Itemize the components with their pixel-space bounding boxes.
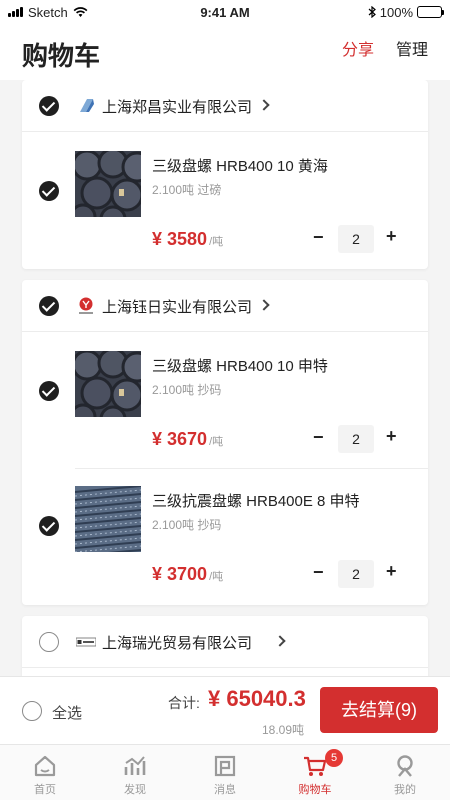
tab-messages[interactable]: 消息 bbox=[180, 745, 270, 800]
tab-label: 消息 bbox=[214, 784, 236, 796]
cart-item: 三级抗震盘螺 HRB400E 8 申特 2.100吨 抄码 ¥ 3700/吨 −… bbox=[22, 486, 428, 614]
battery-icon bbox=[417, 6, 444, 18]
tab-label: 我的 bbox=[394, 784, 416, 796]
quantity-increase-button[interactable]: + bbox=[386, 561, 397, 582]
manage-button[interactable]: 管理 bbox=[396, 36, 428, 60]
product-title[interactable]: 三级抗震盘螺 HRB400E 8 申特 bbox=[152, 490, 360, 511]
carrier-name: Sketch bbox=[28, 4, 68, 20]
price-unit: /吨 bbox=[209, 436, 224, 448]
price-value: ¥ 3670 bbox=[152, 429, 208, 449]
price-unit: /吨 bbox=[209, 571, 224, 583]
quantity-decrease-button[interactable]: − bbox=[313, 427, 324, 448]
quantity-field[interactable]: 2 bbox=[338, 560, 374, 588]
battery-percent: 100% bbox=[379, 4, 413, 20]
product-price: ¥ 3580/吨 bbox=[152, 229, 223, 250]
shop-logo-icon bbox=[76, 637, 96, 647]
product-title[interactable]: 三级盘螺 HRB400 10 黄海 bbox=[152, 155, 328, 176]
shop-card: 上海瑞光贸易有限公司 bbox=[22, 616, 428, 676]
tab-bar: 首页 发现 消息 5 购物车 我的 bbox=[0, 744, 450, 800]
shop-name[interactable]: 上海瑞光贸易有限公司 bbox=[102, 632, 252, 653]
price-unit: /吨 bbox=[209, 236, 224, 248]
tab-profile[interactable]: 我的 bbox=[360, 745, 450, 800]
shop-card: 上海郑昌实业有限公司 三级盘螺 HRB400 10 黄海 2.100吨 过磅 ¥… bbox=[22, 80, 428, 269]
select-all-label[interactable]: 全选 bbox=[52, 702, 82, 723]
page-header: 购物车 分享 管理 bbox=[0, 24, 450, 80]
profile-icon bbox=[397, 755, 413, 777]
shop-select-checkbox[interactable] bbox=[39, 96, 59, 116]
shop-logo-icon bbox=[79, 297, 93, 314]
shop-header[interactable]: 上海钰日实业有限公司 bbox=[22, 280, 428, 332]
product-thumbnail[interactable] bbox=[75, 151, 141, 217]
tab-label: 首页 bbox=[34, 784, 56, 796]
total-label: 合计: bbox=[168, 695, 200, 711]
shop-header[interactable]: 上海瑞光贸易有限公司 bbox=[22, 616, 428, 668]
shop-name[interactable]: 上海郑昌实业有限公司 bbox=[102, 96, 252, 117]
status-right: 100% bbox=[368, 4, 444, 20]
product-price: ¥ 3700/吨 bbox=[152, 564, 223, 585]
quantity-field[interactable]: 2 bbox=[338, 225, 374, 253]
product-spec: 2.100吨 抄码 bbox=[152, 518, 222, 532]
quantity-decrease-button[interactable]: − bbox=[313, 227, 324, 248]
cart-item: 三级盘螺 HRB400 10 申特 2.100吨 抄码 ¥ 3670/吨 − 2… bbox=[22, 351, 428, 479]
tab-discover[interactable]: 发现 bbox=[90, 745, 180, 800]
product-spec: 2.100吨 抄码 bbox=[152, 383, 222, 397]
wifi-icon bbox=[73, 6, 88, 17]
total-amount: ¥ 65040.3 bbox=[208, 686, 306, 711]
share-button[interactable]: 分享 bbox=[342, 36, 374, 60]
total-weight: 18.09吨 bbox=[262, 723, 305, 737]
item-select-checkbox[interactable] bbox=[39, 181, 59, 201]
trend-icon bbox=[124, 756, 146, 775]
tab-label: 发现 bbox=[124, 784, 146, 796]
tab-cart[interactable]: 5 购物车 bbox=[270, 745, 360, 800]
select-all-checkbox[interactable] bbox=[22, 701, 42, 721]
item-divider bbox=[75, 468, 428, 469]
chevron-right-icon[interactable] bbox=[258, 299, 270, 311]
chevron-right-icon[interactable] bbox=[258, 99, 270, 111]
product-price: ¥ 3670/吨 bbox=[152, 429, 223, 450]
page-title: 购物车 bbox=[22, 41, 101, 71]
cart-count-badge: 5 bbox=[325, 749, 343, 767]
shop-card: 上海钰日实业有限公司 三级盘螺 HRB400 10 申特 2.100吨 抄码 ¥… bbox=[22, 280, 428, 605]
shop-select-checkbox[interactable] bbox=[39, 632, 59, 652]
price-value: ¥ 3580 bbox=[152, 229, 208, 249]
tab-home[interactable]: 首页 bbox=[0, 745, 90, 800]
bluetooth-icon bbox=[368, 6, 376, 18]
price-value: ¥ 3700 bbox=[152, 564, 208, 584]
signal-icon bbox=[8, 7, 23, 17]
quantity-field[interactable]: 2 bbox=[338, 425, 374, 453]
product-thumbnail[interactable] bbox=[75, 486, 141, 552]
product-spec: 2.100吨 过磅 bbox=[152, 183, 222, 197]
home-icon bbox=[34, 755, 56, 777]
item-select-checkbox[interactable] bbox=[39, 516, 59, 536]
checkout-button[interactable]: 去结算(9) bbox=[320, 687, 438, 733]
shop-name[interactable]: 上海钰日实业有限公司 bbox=[102, 296, 252, 317]
status-left: Sketch bbox=[8, 5, 88, 20]
product-title[interactable]: 三级盘螺 HRB400 10 申特 bbox=[152, 355, 328, 376]
checkout-bar: 全选 合计: ¥ 65040.3 18.09吨 去结算(9) bbox=[0, 676, 450, 744]
quantity-increase-button[interactable]: + bbox=[386, 226, 397, 247]
status-bar: Sketch 9:41 AM 100% bbox=[0, 0, 450, 24]
chevron-right-icon[interactable] bbox=[274, 635, 286, 647]
shop-logo-icon bbox=[80, 99, 94, 112]
message-icon bbox=[214, 755, 236, 777]
tab-label: 购物车 bbox=[298, 784, 332, 796]
shop-select-checkbox[interactable] bbox=[39, 296, 59, 316]
item-select-checkbox[interactable] bbox=[39, 381, 59, 401]
quantity-decrease-button[interactable]: − bbox=[313, 562, 324, 583]
quantity-increase-button[interactable]: + bbox=[386, 426, 397, 447]
product-thumbnail[interactable] bbox=[75, 351, 141, 417]
cart-list: 上海郑昌实业有限公司 三级盘螺 HRB400 10 黄海 2.100吨 过磅 ¥… bbox=[0, 80, 450, 676]
cart-item: 三级盘螺 HRB400 10 黄海 2.100吨 过磅 ¥ 3580/吨 − 2… bbox=[22, 151, 428, 279]
shop-header[interactable]: 上海郑昌实业有限公司 bbox=[22, 80, 428, 132]
